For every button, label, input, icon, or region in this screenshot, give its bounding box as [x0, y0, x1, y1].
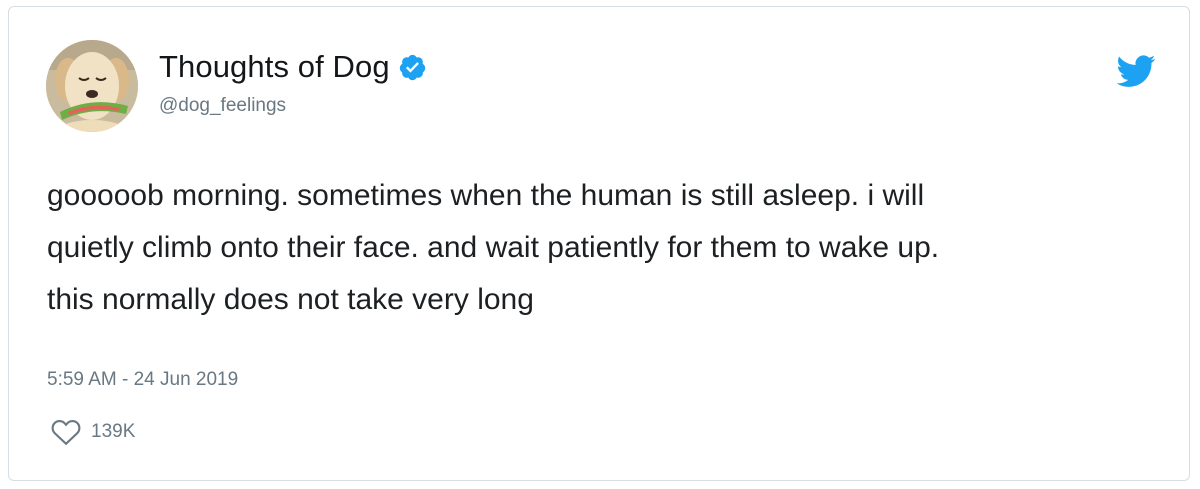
- tweet-text-line: quietly climb onto their face. and wait …: [47, 231, 940, 264]
- dog-avatar-image: [46, 40, 138, 132]
- avatar[interactable]: [46, 40, 138, 132]
- author-display-name[interactable]: Thoughts of Dog: [159, 49, 390, 85]
- like-button[interactable]: 139K: [50, 417, 135, 446]
- like-count: 139K: [91, 420, 136, 442]
- heart-icon[interactable]: [50, 417, 82, 446]
- author-name-row: Thoughts of Dog: [159, 47, 427, 87]
- tweet-text-line: gooooob morning. sometimes when the huma…: [47, 179, 925, 212]
- verified-badge-icon: [398, 53, 427, 82]
- tweet-text-line: this normally does not take very long: [47, 283, 534, 316]
- twitter-bird-icon[interactable]: [1116, 55, 1156, 88]
- tweet-text: gooooob morning. sometimes when the huma…: [47, 170, 1167, 326]
- tweet-card: Thoughts of Dog @dog_feelings gooooob mo…: [8, 6, 1190, 481]
- author-handle[interactable]: @dog_feelings: [159, 95, 286, 117]
- tweet-timestamp[interactable]: 5:59 AM - 24 Jun 2019: [47, 369, 238, 391]
